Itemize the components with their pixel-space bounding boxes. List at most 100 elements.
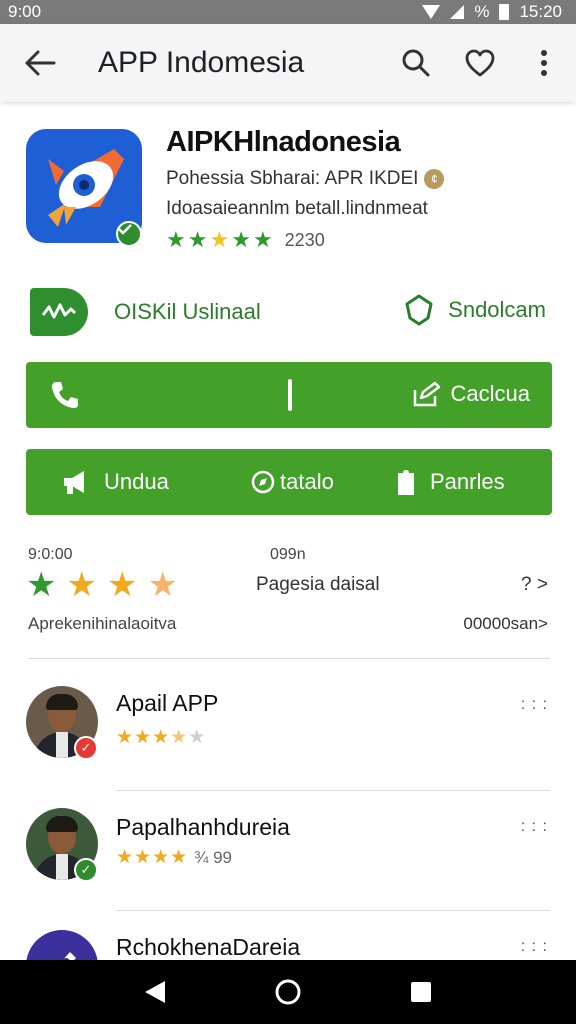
app-detail-screen: 9:00 % 15:20 APP Indomesia AIPKHlnadones… (0, 0, 576, 1024)
star-icon: ★ (116, 847, 134, 868)
star-icon: ★ (209, 227, 230, 252)
review-name: RchokhenaDareia (116, 934, 301, 960)
list-item[interactable]: ✓ Papalhanhdureia ★ ★ ★ ★ ¾ 99 : : : (0, 792, 576, 912)
status-badge: ✓ (74, 736, 98, 760)
heart-icon (465, 49, 495, 77)
search-icon (402, 49, 430, 77)
trust-right-label: Sndolcam (448, 297, 546, 322)
trust-left-label: OISKil Uslinaal (114, 299, 261, 324)
review-name: Apail APP (116, 690, 219, 716)
wifi-icon (422, 5, 441, 19)
star-icon: ★ (187, 227, 208, 252)
star-icon: ★ (152, 847, 170, 868)
megaphone-icon (64, 471, 84, 494)
review-stars: ★ ★ ★ ★ ¾ 99 (116, 848, 232, 868)
summary-bottom-left: Aprekenihinalaoitva (28, 614, 177, 633)
summary-middle-text: Pagesia daisal (256, 574, 380, 595)
star-icon: ★ (166, 227, 186, 252)
system-nav-bar (0, 960, 576, 1024)
trust-left[interactable]: OISKil Uslinaal (30, 288, 261, 336)
more-options-button[interactable] (512, 24, 576, 102)
catalog-label: tatalo (280, 469, 334, 494)
developer-name: Pohessia Sbharai: APR IKDEI (166, 168, 419, 189)
summary-stars: ★ ★ ★ ★ (26, 566, 178, 604)
arrow-back-icon (25, 50, 56, 76)
signal-icon (450, 5, 465, 19)
download-label: Undua (104, 469, 169, 494)
developer-badge-icon: ¢ (424, 169, 445, 189)
battery-percent: % (474, 2, 490, 21)
summary-center-small: 099n (270, 546, 306, 563)
trust-right[interactable]: Sndolcam (404, 294, 546, 326)
battery-icon (499, 4, 510, 20)
action-bar-secondary: Undua tatalo Panrles (26, 449, 552, 515)
half-star-icon: ★ (170, 727, 188, 748)
share-button[interactable]: Caclcua (411, 380, 530, 408)
status-left-text: 9:00 (8, 2, 42, 21)
download-button[interactable]: Undua (62, 449, 169, 515)
shield-icon (405, 294, 433, 326)
star-icon: ★ (252, 227, 273, 252)
star-icon: ★ (66, 566, 97, 604)
row-divider (116, 910, 550, 911)
avatar-hair (46, 816, 78, 832)
back-button[interactable] (0, 24, 80, 102)
trust-logo-icon (30, 288, 88, 336)
review-stars: ★ ★ ★ ★ ★ (116, 728, 205, 748)
compass-icon (251, 470, 275, 494)
app-description: Idoasaieannlm betall.lindnmeat (166, 198, 428, 219)
edit-share-icon (413, 381, 440, 407)
phone-icon (52, 382, 78, 408)
star-icon: ★ (134, 847, 152, 868)
puzzle-icon (398, 470, 414, 495)
more-icon[interactable]: : : : (521, 696, 548, 714)
status-time: 15:20 (519, 2, 562, 21)
star-icon: ★ (188, 727, 206, 748)
app-developer[interactable]: Pohessia Sbharai: APR IKDEI ¢ (166, 168, 445, 190)
half-star-icon: ★ (170, 847, 188, 868)
list-item[interactable]: ✓ Apail APP ★ ★ ★ ★ ★ : : : (0, 670, 576, 790)
favorite-button[interactable] (448, 24, 512, 102)
rating-count: 2230 (284, 229, 325, 250)
review-rating-text: ¾ 99 (194, 848, 232, 867)
star-icon: ★ (147, 566, 178, 604)
search-button[interactable] (384, 24, 448, 102)
star-icon: ★ (134, 727, 152, 748)
row-divider (116, 790, 550, 791)
star-icon: ★ (106, 566, 138, 604)
section-divider (28, 658, 550, 659)
star-icon: ★ (26, 566, 57, 604)
star-icon: ★ (116, 727, 134, 748)
app-bar: APP Indomesia (0, 24, 576, 102)
status-bar: 9:00 % 15:20 (0, 0, 576, 24)
nav-recents-icon[interactable] (409, 980, 433, 1004)
summary-left-small: 9:0:00 (28, 546, 73, 563)
avatar-hair (46, 694, 78, 710)
more-vert-icon (541, 50, 547, 76)
app-rating: ★ ★ ★ ★ ★ 2230 (166, 228, 325, 252)
action-bar-primary: Caclcua (26, 362, 552, 428)
summary-right-link[interactable]: ? > (521, 574, 548, 596)
star-icon: ★ (152, 727, 170, 748)
verified-badge: ✓ (74, 858, 98, 882)
status-right-group: % 15:20 (422, 2, 562, 22)
nav-back-icon[interactable] (143, 979, 167, 1005)
panels-button[interactable]: Panrles (394, 449, 505, 515)
star-icon: ★ (231, 227, 251, 252)
call-button[interactable] (50, 380, 80, 410)
more-icon[interactable]: : : : (521, 938, 548, 956)
share-label: Caclcua (450, 381, 530, 406)
page-title: APP Indomesia (98, 46, 305, 79)
app-title: AIPKHlnadonesia (166, 126, 401, 158)
review-name: Papalhanhdureia (116, 814, 290, 840)
more-icon[interactable]: : : : (521, 818, 548, 836)
catalog-button[interactable]: tatalo (250, 449, 334, 515)
summary-see-all-link[interactable]: 00000san> (463, 614, 548, 634)
avatar-shirt (56, 732, 68, 758)
app-icon (26, 129, 142, 247)
nav-home-icon[interactable] (274, 978, 302, 1006)
verified-badge-icon (116, 221, 142, 247)
action-divider (288, 379, 292, 411)
avatar-shirt (56, 854, 68, 880)
panels-label: Panrles (430, 469, 505, 494)
